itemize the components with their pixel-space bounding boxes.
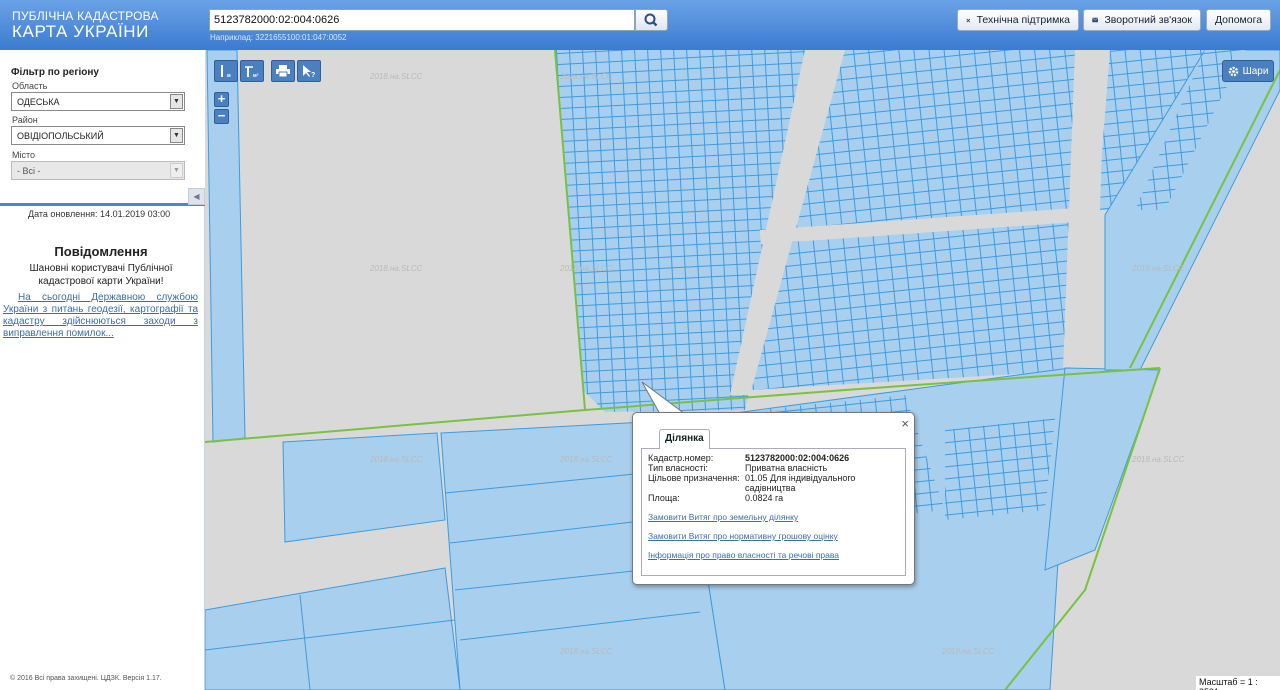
search-input[interactable] bbox=[209, 9, 635, 31]
chevron-down-icon: ▼ bbox=[170, 128, 183, 143]
popup-body: Кадастр.номер: 5123782000:02:004:0626 Ти… bbox=[641, 448, 906, 576]
misto-value: - Всі - bbox=[17, 166, 41, 176]
watermark: 2018.на.SLCC bbox=[560, 647, 613, 656]
oblast-label: Область bbox=[12, 81, 48, 91]
zoom-in-button[interactable]: + bbox=[214, 92, 229, 107]
identify-button[interactable]: ? bbox=[297, 60, 321, 82]
rayon-label: Район bbox=[12, 115, 38, 125]
parcel-block bbox=[945, 418, 1055, 520]
tools-icon bbox=[966, 18, 971, 22]
chevron-down-icon: ▼ bbox=[170, 94, 183, 109]
purpose-key: Цільове призначення: bbox=[648, 473, 740, 483]
tab-parcel[interactable]: Ділянка bbox=[659, 429, 710, 449]
collapse-sidebar-button[interactable]: ◀ bbox=[188, 188, 205, 205]
parcel-info-popup: × Ділянка Кадастр.номер: 5123782000:02:0… bbox=[632, 412, 915, 585]
area-key: Площа: bbox=[648, 493, 680, 503]
close-icon[interactable]: × bbox=[901, 416, 909, 431]
search-icon bbox=[644, 13, 658, 27]
chevron-down-icon: ▼ bbox=[170, 163, 183, 178]
envelope-icon bbox=[1092, 17, 1099, 23]
pointer-question-icon: ? bbox=[303, 65, 315, 78]
svg-text:м²: м² bbox=[253, 73, 259, 78]
watermark: 2018.на.SLCC bbox=[560, 455, 613, 464]
filter-title: Фільтр по регіону bbox=[11, 67, 99, 78]
rayon-value: ОВІДІОПОЛЬСЬКИЙ bbox=[17, 131, 104, 141]
watermark: 2018.на.SLCC bbox=[560, 264, 613, 273]
zoom-out-button[interactable]: − bbox=[214, 109, 229, 124]
svg-text:м: м bbox=[227, 73, 231, 78]
header-bar: ПУБЛІЧНА КАДАСТРОВА КАРТА УКРАЇНИ Наприк… bbox=[0, 0, 1280, 50]
help-button[interactable]: Допомога bbox=[1206, 9, 1271, 31]
search-hint: Наприклад: 3221655100:01:047:0052 bbox=[210, 33, 347, 42]
measure-length-button[interactable]: м bbox=[214, 60, 238, 82]
feedback-label: Зворотний зв'язок bbox=[1104, 14, 1192, 26]
oblast-value: ОДЕСЬКА bbox=[17, 97, 60, 107]
svg-text:?: ? bbox=[311, 72, 315, 78]
watermark: 2018.на.SLCC bbox=[1132, 264, 1185, 273]
print-button[interactable] bbox=[271, 60, 295, 82]
logo-line2: КАРТА УКРАЇНИ bbox=[12, 22, 149, 41]
search-button[interactable] bbox=[635, 9, 668, 31]
map-canvas[interactable]: 2018.на.SLCC 2018.на.SLCC 2018.на.SLCC 2… bbox=[205, 50, 1280, 690]
watermark: 2018.на.SLCC bbox=[370, 72, 423, 81]
purpose-value: 01.05 Для індивідуального садівництва bbox=[745, 473, 856, 493]
layers-label: Шари bbox=[1242, 65, 1269, 77]
watermark: 2018.на.SLCC bbox=[942, 647, 995, 656]
order-valuation-link[interactable]: Замовити Витяг про нормативну грошову оц… bbox=[648, 531, 838, 541]
support-label: Технічна підтримка bbox=[976, 14, 1070, 26]
watermark: 2018.на.SLCC bbox=[560, 72, 613, 81]
rayon-select[interactable]: ОВІДІОПОЛЬСЬКИЙ ▼ bbox=[11, 126, 185, 145]
watermark: 2018.на.SLCC bbox=[1132, 455, 1185, 464]
watermark: 2018.на.SLCC bbox=[370, 264, 423, 273]
field-parcel bbox=[205, 567, 461, 690]
notice-link[interactable]: На сьогодні Державною службою України з … bbox=[3, 292, 198, 340]
feedback-button[interactable]: Зворотний зв'язок bbox=[1083, 9, 1201, 31]
watermark: 2018.на.SLCC bbox=[370, 455, 423, 464]
order-extract-link[interactable]: Замовити Витяг про земельну ділянку bbox=[648, 512, 798, 522]
measure-area-button[interactable]: м² bbox=[240, 60, 264, 82]
notice-text: Шановні користувачі Публічної кадастрово… bbox=[29, 263, 173, 287]
oblast-select[interactable]: ОДЕСЬКА ▼ bbox=[11, 92, 185, 111]
printer-icon bbox=[276, 65, 290, 77]
update-date: Дата оновлення: 14.01.2019 03:00 bbox=[28, 209, 171, 219]
map-tiles bbox=[205, 50, 1280, 690]
field-parcel bbox=[282, 432, 446, 543]
area-value: 0.0824 га bbox=[745, 493, 784, 503]
region-filter-panel: Фільтр по регіону Область ОДЕСЬКА ▼ Райо… bbox=[0, 50, 205, 206]
layers-button[interactable]: Шари bbox=[1222, 60, 1274, 82]
copyright: © 2016 Всі права захищені. ЦДЗК. Версія … bbox=[10, 675, 162, 682]
ruler-icon: м bbox=[221, 65, 231, 78]
misto-label: Місто bbox=[12, 150, 36, 160]
gear-icon bbox=[1228, 66, 1238, 76]
help-label: Допомога bbox=[1214, 14, 1263, 26]
logo[interactable]: ПУБЛІЧНА КАДАСТРОВА КАРТА УКРАЇНИ bbox=[12, 10, 159, 41]
scale-readout: Масштаб = 1 : 8531 bbox=[1196, 676, 1280, 690]
support-button[interactable]: Технічна підтримка bbox=[957, 9, 1079, 31]
ownership-info-link[interactable]: Інформація про право власності та речові… bbox=[648, 550, 839, 560]
notice-title: Повідомлення bbox=[54, 244, 148, 259]
area-ruler-icon: м² bbox=[245, 66, 259, 78]
sidebar: Фільтр по регіону Область ОДЕСЬКА ▼ Райо… bbox=[0, 50, 205, 690]
misto-select[interactable]: - Всі - ▼ bbox=[11, 161, 185, 180]
